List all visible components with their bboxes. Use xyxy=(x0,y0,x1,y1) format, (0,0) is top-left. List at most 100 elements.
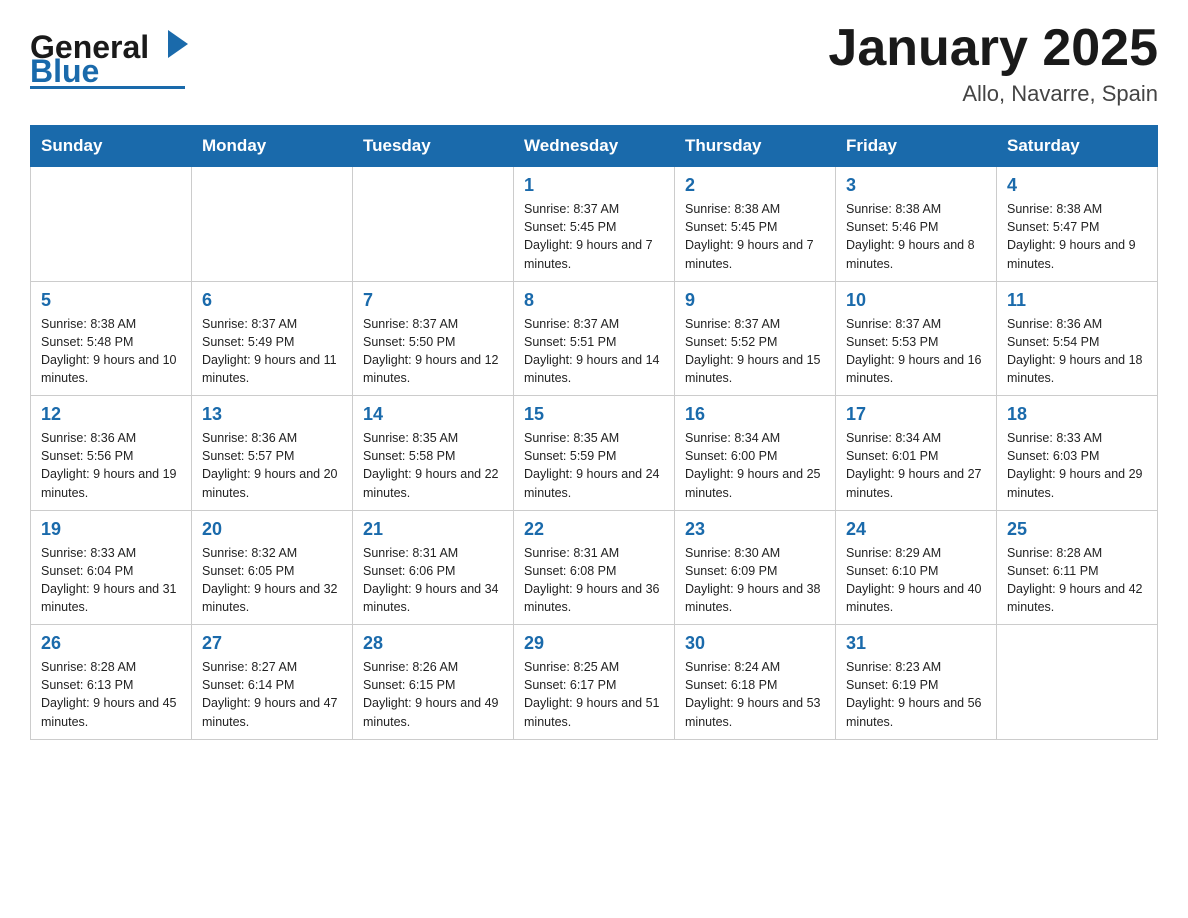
calendar-cell: 6Sunrise: 8:37 AMSunset: 5:49 PMDaylight… xyxy=(192,281,353,396)
day-info: Sunrise: 8:34 AMSunset: 6:00 PMDaylight:… xyxy=(685,429,825,502)
day-number: 19 xyxy=(41,519,181,540)
day-info: Sunrise: 8:28 AMSunset: 6:11 PMDaylight:… xyxy=(1007,544,1147,617)
day-info: Sunrise: 8:35 AMSunset: 5:58 PMDaylight:… xyxy=(363,429,503,502)
day-number: 31 xyxy=(846,633,986,654)
day-info: Sunrise: 8:36 AMSunset: 5:56 PMDaylight:… xyxy=(41,429,181,502)
day-number: 6 xyxy=(202,290,342,311)
day-number: 13 xyxy=(202,404,342,425)
calendar-cell: 12 Sunrise: 8:36 AMSunset: 5:56 PMDayligh… xyxy=(31,396,192,511)
calendar-cell: 27 Sunrise: 8:27 AMSunset: 6:14 PMDayligh… xyxy=(192,625,353,740)
day-info: Sunrise: 8:37 AMSunset: 5:53 PMDaylight:… xyxy=(846,315,986,388)
day-info: Sunrise: 8:34 AMSunset: 6:01 PMDaylight:… xyxy=(846,429,986,502)
calendar-cell: 11Sunrise: 8:36 AMSunset: 5:54 PMDayligh… xyxy=(997,281,1158,396)
calendar-cell: 21 Sunrise: 8:31 AMSunset: 6:06 PMDayligh… xyxy=(353,510,514,625)
day-number: 2 xyxy=(685,175,825,196)
calendar-cell: 15Sunrise: 8:35 AMSunset: 5:59 PMDayligh… xyxy=(514,396,675,511)
calendar-cell: 2 Sunrise: 8:38 AMSunset: 5:45 PMDaylight… xyxy=(675,167,836,282)
day-info: Sunrise: 8:37 AMSunset: 5:45 PMDaylight:… xyxy=(524,200,664,273)
day-info: Sunrise: 8:29 AMSunset: 6:10 PMDaylight:… xyxy=(846,544,986,617)
calendar-cell xyxy=(997,625,1158,740)
header-friday: Friday xyxy=(836,126,997,167)
calendar-cell: 7 Sunrise: 8:37 AMSunset: 5:50 PMDaylight… xyxy=(353,281,514,396)
calendar-cell xyxy=(353,167,514,282)
day-number: 21 xyxy=(363,519,503,540)
day-info: Sunrise: 8:37 AMSunset: 5:52 PMDaylight:… xyxy=(685,315,825,388)
day-info: Sunrise: 8:31 AMSunset: 6:06 PMDaylight:… xyxy=(363,544,503,617)
calendar-cell: 4 Sunrise: 8:38 AMSunset: 5:47 PMDaylight… xyxy=(997,167,1158,282)
day-number: 4 xyxy=(1007,175,1147,196)
header-sunday: Sunday xyxy=(31,126,192,167)
day-number: 25 xyxy=(1007,519,1147,540)
day-number: 1 xyxy=(524,175,664,196)
calendar-cell: 10 Sunrise: 8:37 AMSunset: 5:53 PMDayligh… xyxy=(836,281,997,396)
calendar-cell xyxy=(31,167,192,282)
day-info: Sunrise: 8:32 AMSunset: 6:05 PMDaylight:… xyxy=(202,544,342,617)
day-number: 15 xyxy=(524,404,664,425)
day-info: Sunrise: 8:37 AMSunset: 5:51 PMDaylight:… xyxy=(524,315,664,388)
week-row-2: 5 Sunrise: 8:38 AMSunset: 5:48 PMDaylight… xyxy=(31,281,1158,396)
day-info: Sunrise: 8:33 AMSunset: 6:04 PMDaylight:… xyxy=(41,544,181,617)
day-number: 28 xyxy=(363,633,503,654)
day-number: 22 xyxy=(524,519,664,540)
header-thursday: Thursday xyxy=(675,126,836,167)
calendar-cell: 25 Sunrise: 8:28 AMSunset: 6:11 PMDayligh… xyxy=(997,510,1158,625)
day-number: 10 xyxy=(846,290,986,311)
header-tuesday: Tuesday xyxy=(353,126,514,167)
day-info: Sunrise: 8:38 AMSunset: 5:48 PMDaylight:… xyxy=(41,315,181,388)
calendar-body: 1 Sunrise: 8:37 AMSunset: 5:45 PMDaylight… xyxy=(31,167,1158,740)
header-monday: Monday xyxy=(192,126,353,167)
svg-text:Blue: Blue xyxy=(30,53,99,89)
week-row-1: 1 Sunrise: 8:37 AMSunset: 5:45 PMDaylight… xyxy=(31,167,1158,282)
day-number: 8 xyxy=(524,290,664,311)
calendar-cell: 9 Sunrise: 8:37 AMSunset: 5:52 PMDaylight… xyxy=(675,281,836,396)
logo-svg: General Blue xyxy=(30,20,190,90)
calendar-cell: 8 Sunrise: 8:37 AMSunset: 5:51 PMDaylight… xyxy=(514,281,675,396)
logo: General Blue xyxy=(30,20,190,90)
calendar-cell: 26Sunrise: 8:28 AMSunset: 6:13 PMDayligh… xyxy=(31,625,192,740)
day-number: 30 xyxy=(685,633,825,654)
day-number: 23 xyxy=(685,519,825,540)
day-info: Sunrise: 8:31 AMSunset: 6:08 PMDaylight:… xyxy=(524,544,664,617)
day-info: Sunrise: 8:38 AMSunset: 5:46 PMDaylight:… xyxy=(846,200,986,273)
calendar-cell: 5 Sunrise: 8:38 AMSunset: 5:48 PMDaylight… xyxy=(31,281,192,396)
day-info: Sunrise: 8:24 AMSunset: 6:18 PMDaylight:… xyxy=(685,658,825,731)
title-block: January 2025 Allo, Navarre, Spain xyxy=(828,20,1158,107)
header-wednesday: Wednesday xyxy=(514,126,675,167)
calendar-cell: 31 Sunrise: 8:23 AMSunset: 6:19 PMDayligh… xyxy=(836,625,997,740)
day-number: 24 xyxy=(846,519,986,540)
day-info: Sunrise: 8:25 AMSunset: 6:17 PMDaylight:… xyxy=(524,658,664,731)
calendar-cell: 14Sunrise: 8:35 AMSunset: 5:58 PMDayligh… xyxy=(353,396,514,511)
day-info: Sunrise: 8:27 AMSunset: 6:14 PMDaylight:… xyxy=(202,658,342,731)
calendar-cell: 1 Sunrise: 8:37 AMSunset: 5:45 PMDaylight… xyxy=(514,167,675,282)
weekday-header-row: Sunday Monday Tuesday Wednesday Thursday… xyxy=(31,126,1158,167)
day-number: 7 xyxy=(363,290,503,311)
calendar-title: January 2025 xyxy=(828,20,1158,77)
day-number: 29 xyxy=(524,633,664,654)
calendar-cell: 23 Sunrise: 8:30 AMSunset: 6:09 PMDayligh… xyxy=(675,510,836,625)
calendar-cell: 16Sunrise: 8:34 AMSunset: 6:00 PMDayligh… xyxy=(675,396,836,511)
day-info: Sunrise: 8:36 AMSunset: 5:57 PMDaylight:… xyxy=(202,429,342,502)
calendar-table: Sunday Monday Tuesday Wednesday Thursday… xyxy=(30,125,1158,740)
day-number: 12 xyxy=(41,404,181,425)
calendar-cell: 3Sunrise: 8:38 AMSunset: 5:46 PMDaylight… xyxy=(836,167,997,282)
day-number: 27 xyxy=(202,633,342,654)
day-info: Sunrise: 8:23 AMSunset: 6:19 PMDaylight:… xyxy=(846,658,986,731)
week-row-5: 26Sunrise: 8:28 AMSunset: 6:13 PMDayligh… xyxy=(31,625,1158,740)
day-info: Sunrise: 8:37 AMSunset: 5:50 PMDaylight:… xyxy=(363,315,503,388)
day-number: 26 xyxy=(41,633,181,654)
day-info: Sunrise: 8:30 AMSunset: 6:09 PMDaylight:… xyxy=(685,544,825,617)
calendar-cell: 20 Sunrise: 8:32 AMSunset: 6:05 PMDayligh… xyxy=(192,510,353,625)
calendar-cell: 29 Sunrise: 8:25 AMSunset: 6:17 PMDayligh… xyxy=(514,625,675,740)
day-info: Sunrise: 8:36 AMSunset: 5:54 PMDaylight:… xyxy=(1007,315,1147,388)
calendar-cell xyxy=(192,167,353,282)
day-info: Sunrise: 8:38 AMSunset: 5:47 PMDaylight:… xyxy=(1007,200,1147,273)
day-info: Sunrise: 8:38 AMSunset: 5:45 PMDaylight:… xyxy=(685,200,825,273)
day-number: 9 xyxy=(685,290,825,311)
week-row-3: 12 Sunrise: 8:36 AMSunset: 5:56 PMDayligh… xyxy=(31,396,1158,511)
calendar-cell: 28Sunrise: 8:26 AMSunset: 6:15 PMDayligh… xyxy=(353,625,514,740)
day-number: 18 xyxy=(1007,404,1147,425)
day-number: 20 xyxy=(202,519,342,540)
day-info: Sunrise: 8:33 AMSunset: 6:03 PMDaylight:… xyxy=(1007,429,1147,502)
day-number: 5 xyxy=(41,290,181,311)
calendar-cell: 18 Sunrise: 8:33 AMSunset: 6:03 PMDayligh… xyxy=(997,396,1158,511)
